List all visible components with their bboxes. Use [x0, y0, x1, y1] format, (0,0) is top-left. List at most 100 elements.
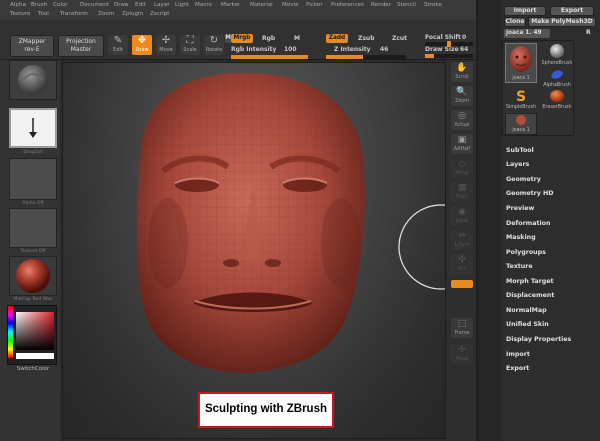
- actual-button[interactable]: ◎ Actual: [451, 110, 473, 130]
- tool-eraserbrush[interactable]: EraserBrush: [541, 89, 573, 111]
- rgb-intensity-value: 100: [284, 46, 297, 53]
- brush-thumbnail[interactable]: [9, 60, 57, 100]
- rotate-tool-button[interactable]: ↻ Rotate: [204, 35, 224, 55]
- stroke-thumbnail[interactable]: [9, 108, 57, 148]
- menu-geometry[interactable]: Geometry: [506, 176, 541, 183]
- aahalf-button[interactable]: ▣ AAHalf: [451, 134, 473, 154]
- alpha-thumbnail[interactable]: [9, 158, 57, 200]
- menu-transform[interactable]: Transform: [60, 11, 88, 17]
- simplebrush-label: SimpleBrush: [505, 105, 537, 110]
- tool-spherebrush[interactable]: SphereBrush: [541, 43, 573, 67]
- zsub-toggle[interactable]: Zsub: [358, 35, 375, 42]
- texture-off-label: Texture Off: [20, 249, 46, 254]
- rgb-intensity-slider[interactable]: [231, 55, 308, 59]
- menu-import[interactable]: Import: [506, 351, 530, 358]
- tool-joaca-small[interactable]: joaca 1: [505, 113, 537, 135]
- menu-zplugin[interactable]: Zplugin: [122, 11, 143, 17]
- clone-button[interactable]: Clone: [504, 17, 526, 27]
- menu-color[interactable]: Color: [53, 2, 68, 8]
- move-view-button[interactable]: ✢ Move: [451, 344, 473, 364]
- menu-draw[interactable]: Draw: [114, 2, 129, 8]
- z-intensity-slider[interactable]: [326, 55, 406, 59]
- menu-macro[interactable]: Macro: [195, 2, 212, 8]
- menu-normalmap[interactable]: NormalMap: [506, 307, 547, 314]
- menu-material[interactable]: Material: [250, 2, 273, 8]
- import-button[interactable]: Import: [504, 6, 546, 16]
- edit-tool-button[interactable]: ✎ Edit: [108, 35, 128, 55]
- right-shelf: ✋ Scroll 🔍 Zoom ◎ Actual ▣ AAHalf ◇ Pers…: [446, 60, 476, 441]
- rotate-icon: ↻: [209, 35, 219, 46]
- zoom-button[interactable]: 🔍 Zoom: [451, 86, 473, 106]
- focal-shift-label: Focal Shift: [425, 34, 461, 41]
- frame-button[interactable]: ⬚ Frame: [451, 318, 473, 338]
- zcut-toggle[interactable]: Zcut: [392, 35, 407, 42]
- edit-icon: ✎: [113, 35, 123, 46]
- menu-light[interactable]: Light: [175, 2, 189, 8]
- projection-master-button[interactable]: Projection Master: [58, 35, 104, 57]
- menu-zscript[interactable]: Zscript: [150, 11, 169, 17]
- menu-alpha[interactable]: Alpha: [10, 2, 26, 8]
- menu-texture[interactable]: Texture: [506, 263, 533, 270]
- move-tool-button[interactable]: ✢ Move: [156, 35, 176, 55]
- switch-color-label[interactable]: SwitchColor: [9, 366, 57, 372]
- menu-morph-target[interactable]: Morph Target: [506, 278, 554, 285]
- menu-tool[interactable]: Tool: [38, 11, 49, 17]
- spherebrush-label: SphereBrush: [541, 61, 573, 66]
- menu-display-properties[interactable]: Display Properties: [506, 336, 571, 343]
- menu-stroke[interactable]: Stroke: [424, 2, 442, 8]
- floor-button[interactable]: ▦ Floor: [451, 182, 473, 202]
- color-picker[interactable]: [7, 305, 57, 365]
- menu-preview[interactable]: Preview: [506, 205, 534, 212]
- lsym-button[interactable]: ⇔ L.Sym: [451, 230, 473, 250]
- menu-subtool[interactable]: SubTool: [506, 147, 534, 154]
- make-polymesh-button[interactable]: Make PolyMesh3D: [528, 17, 596, 27]
- export-button[interactable]: Export: [550, 6, 594, 16]
- menu-geometry-hd[interactable]: Geometry HD: [506, 190, 554, 197]
- move-icon: ✢: [161, 35, 171, 46]
- menu-zoom[interactable]: Zoom: [98, 11, 114, 17]
- tool-joaca-selected[interactable]: joaca 1: [505, 43, 537, 83]
- menu-layers[interactable]: Layers: [506, 161, 529, 168]
- material-thumbnail[interactable]: [9, 256, 57, 296]
- persp-button[interactable]: ◇ Persp: [451, 158, 473, 178]
- scroll-button[interactable]: ✋ Scroll: [451, 62, 473, 82]
- xyz-button[interactable]: ✣ Xyz: [451, 254, 473, 274]
- menu-polygroups[interactable]: Polygroups: [506, 249, 546, 256]
- scale-tool-button[interactable]: ⛶ Scale: [180, 35, 200, 55]
- current-tool-slider[interactable]: joaca 1. 49: [504, 29, 550, 38]
- menu-stencil[interactable]: Stencil: [397, 2, 416, 8]
- draw-size-slider[interactable]: [425, 54, 473, 58]
- menu-document[interactable]: Document: [80, 2, 109, 8]
- tool-simplebrush[interactable]: S SimpleBrush: [505, 87, 537, 111]
- menu-picker[interactable]: Picker: [306, 2, 323, 8]
- menu-movie[interactable]: Movie: [282, 2, 299, 8]
- r-button[interactable]: R: [586, 29, 591, 36]
- highlight-indicator[interactable]: [451, 280, 473, 288]
- mrgb-toggle[interactable]: Mrgb: [231, 34, 253, 43]
- menu-render[interactable]: Render: [371, 2, 391, 8]
- texture-thumbnail[interactable]: [9, 208, 57, 248]
- joaca-small-icon: [516, 115, 526, 125]
- menu-preferences[interactable]: Preferences: [331, 2, 364, 8]
- local-button[interactable]: ◉ Local: [451, 206, 473, 226]
- draw-tool-button[interactable]: ✥ Draw: [132, 35, 152, 55]
- menu-marker[interactable]: Marker: [221, 2, 240, 8]
- m-label[interactable]: M: [294, 35, 300, 42]
- menu-unified-skin[interactable]: Unified Skin: [506, 321, 549, 328]
- rgb-toggle[interactable]: Rgb: [262, 35, 275, 42]
- document-canvas[interactable]: [62, 62, 446, 439]
- move-view-label: Move: [455, 357, 469, 362]
- zmapper-button[interactable]: ZMapper rev-E: [10, 35, 54, 57]
- zadd-toggle[interactable]: Zadd: [326, 34, 348, 43]
- menu-texture[interactable]: Texture: [10, 11, 30, 17]
- menu-deformation[interactable]: Deformation: [506, 220, 550, 227]
- head-model[interactable]: [63, 63, 446, 439]
- menu-brush[interactable]: Brush: [31, 2, 47, 8]
- menu-export[interactable]: Export: [506, 365, 529, 372]
- menu-layer[interactable]: Layer: [154, 2, 170, 8]
- menu-displacement[interactable]: Displacement: [506, 292, 554, 299]
- tool-alphabrush[interactable]: AlphaBrush: [541, 67, 573, 89]
- menu-masking[interactable]: Masking: [506, 234, 536, 241]
- menu-edit[interactable]: Edit: [135, 2, 146, 8]
- actual-label: Actual: [454, 123, 470, 128]
